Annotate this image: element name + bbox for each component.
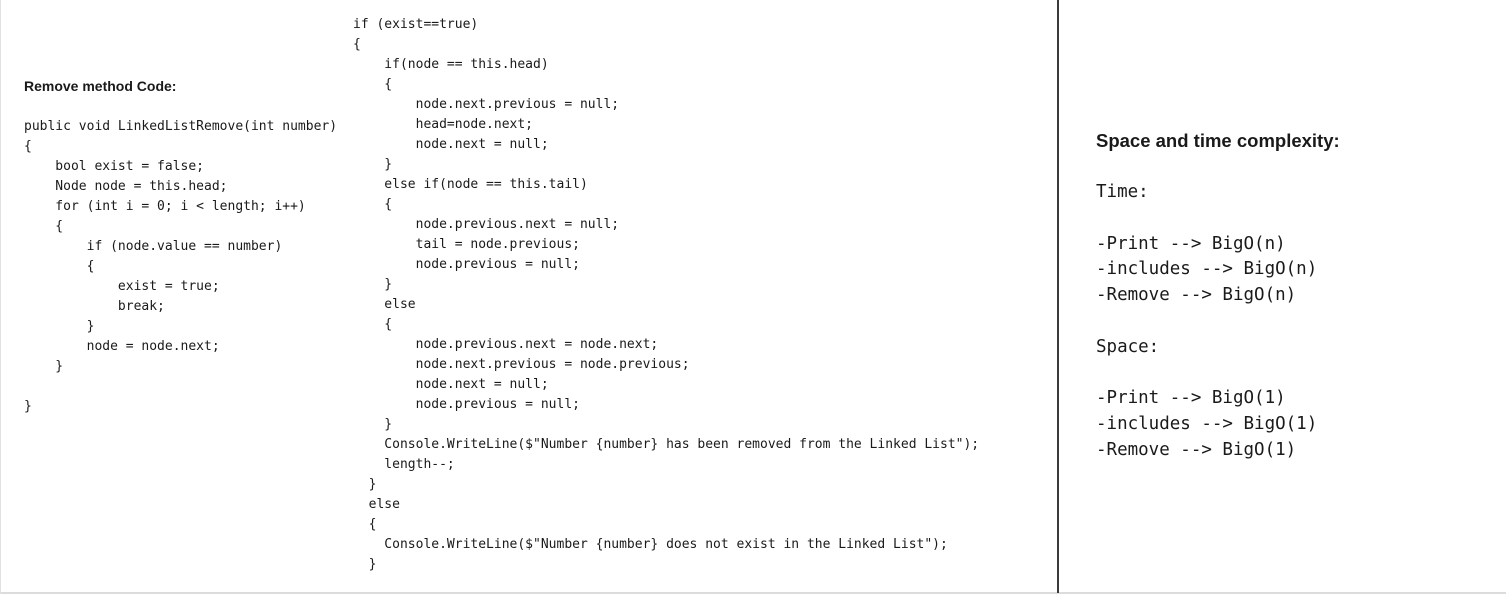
code-line: node.previous = null;	[353, 397, 580, 412]
code-line: length--;	[353, 457, 455, 472]
code-line: if (node.value == number)	[24, 239, 283, 254]
code-line: }	[353, 477, 377, 492]
complexity-line: -Remove --> BigO(1)	[1096, 439, 1297, 460]
code-line: node.next = null;	[353, 377, 549, 392]
code-line: Console.WriteLine($"Number {number} has …	[353, 437, 980, 452]
code-line: {	[353, 317, 393, 332]
code-line: }	[24, 319, 95, 334]
complexity-line: -Print --> BigO(n)	[1096, 233, 1286, 254]
code-line: {	[353, 37, 361, 52]
code-line: public void LinkedListRemove(int number)	[24, 119, 338, 134]
code-line: node.previous = null;	[353, 257, 580, 272]
code-line: {	[353, 197, 393, 212]
code-line: {	[353, 517, 377, 532]
code-line: }	[24, 399, 32, 414]
code-line: node.next = null;	[353, 137, 549, 152]
remove-method-heading: Remove method Code:	[24, 78, 177, 94]
code-line: bool exist = false;	[24, 159, 205, 174]
code-line: }	[353, 557, 377, 572]
complexity-line	[1096, 361, 1317, 387]
code-line: {	[353, 77, 393, 92]
code-line: else if(node == this.tail)	[353, 177, 588, 192]
code-line: Node node = this.head;	[24, 179, 228, 194]
complexity-line: Time:	[1096, 182, 1149, 202]
code-line: Console.WriteLine($"Number {number} does…	[353, 537, 948, 552]
code-line: {	[24, 259, 95, 274]
complexity-line: Space:	[1096, 336, 1160, 357]
complexity-line: -includes --> BigO(n)	[1096, 259, 1318, 280]
code-line: node.previous.next = null;	[353, 217, 620, 232]
code-line: exist = true;	[24, 279, 220, 294]
code-line: node = node.next;	[24, 339, 220, 354]
code-line: node.next.previous = null;	[353, 97, 620, 112]
code-line: break;	[24, 299, 165, 314]
complexity-line: -Print --> BigO(1)	[1096, 388, 1286, 409]
code-line: node.next.previous = node.previous;	[353, 357, 690, 372]
code-line: if (exist==true)	[353, 17, 479, 32]
code-line: }	[353, 417, 393, 432]
remove-method-code: public void LinkedListRemove(int number)…	[24, 117, 337, 417]
complexity-line: -includes --> BigO(1)	[1096, 414, 1318, 435]
complexity-line	[1096, 206, 1317, 232]
complexity-line: -Remove --> BigO(n)	[1096, 285, 1297, 306]
code-line: }	[24, 359, 64, 374]
code-line: if(node == this.head)	[353, 57, 549, 72]
code-line: for (int i = 0; i < length; i++)	[24, 199, 306, 214]
complexity-heading: Space and time complexity:	[1096, 130, 1340, 151]
code-line: head=node.next;	[353, 117, 534, 132]
code-line: node.previous.next = node.next;	[353, 337, 659, 352]
code-line: else	[353, 297, 416, 312]
vertical-divider	[1057, 0, 1059, 593]
code-line: else	[353, 497, 400, 512]
code-line: tail = node.previous;	[353, 237, 580, 252]
code-line: }	[353, 157, 393, 172]
code-line: {	[24, 139, 32, 154]
complexity-list: Time: -Print --> BigO(n) -includes --> Big…	[1096, 180, 1317, 464]
code-line: {	[24, 219, 64, 234]
code-line: }	[353, 277, 393, 292]
remove-branch-code: if (exist==true){ if(node == this.head) …	[353, 15, 979, 575]
complexity-line	[1096, 309, 1317, 335]
